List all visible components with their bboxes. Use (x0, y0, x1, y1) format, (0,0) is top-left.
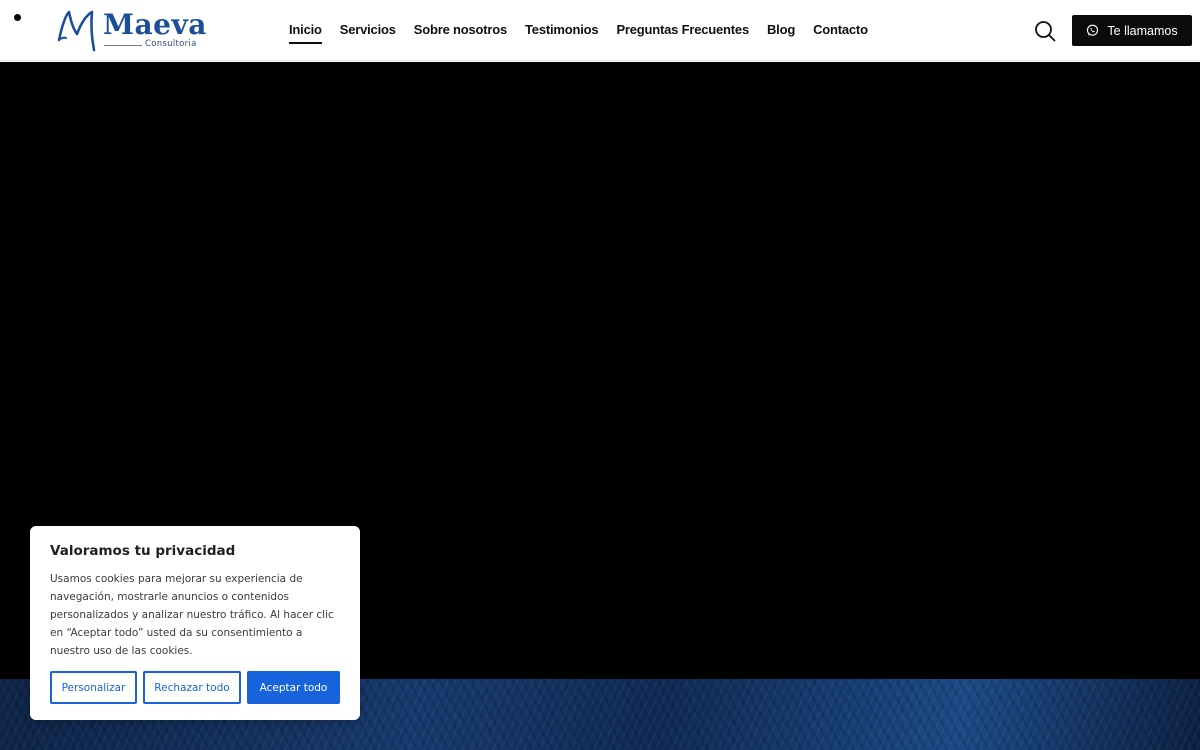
nav-item-contacto[interactable]: Contacto (813, 20, 868, 42)
nav-item-sobre-nosotros[interactable]: Sobre nosotros (414, 20, 507, 42)
cookie-title: Valoramos tu privacidad (50, 543, 236, 559)
cookie-actions: Personalizar Rechazar todo Aceptar todo (50, 671, 340, 704)
customize-button[interactable]: Personalizar (50, 671, 137, 704)
cookie-description: Usamos cookies para mejorar su experienc… (50, 573, 334, 657)
list-bullet (14, 14, 21, 21)
nav-item-blog[interactable]: Blog (767, 20, 795, 42)
reject-all-button[interactable]: Rechazar todo (143, 671, 241, 704)
logo-m-icon (57, 10, 96, 52)
site-logo[interactable]: Maeva Consultoria (56, 8, 206, 54)
logo-wordmark: Maeva (103, 8, 207, 41)
logo-subtitle: Consultoria (145, 39, 197, 49)
logo-divider (104, 45, 142, 46)
search-button[interactable] (1033, 19, 1057, 43)
cookie-consent-banner: Valoramos tu privacidad Usamos cookies p… (30, 526, 360, 720)
call-me-label: Te llamamos (1107, 23, 1178, 38)
site-header: Maeva Consultoria Inicio Servicios Sobre… (0, 0, 1200, 61)
nav-item-testimonios[interactable]: Testimonios (525, 20, 599, 42)
call-me-button[interactable]: Te llamamos (1072, 15, 1192, 46)
main-nav: Inicio Servicios Sobre nosotros Testimon… (289, 20, 886, 44)
nav-item-servicios[interactable]: Servicios (340, 20, 396, 42)
whatsapp-icon (1087, 24, 1099, 36)
search-icon (1035, 21, 1056, 42)
nav-item-preguntas-frecuentes[interactable]: Preguntas Frecuentes (616, 20, 749, 42)
accept-all-button[interactable]: Aceptar todo (247, 671, 340, 704)
nav-item-inicio[interactable]: Inicio (289, 20, 322, 44)
